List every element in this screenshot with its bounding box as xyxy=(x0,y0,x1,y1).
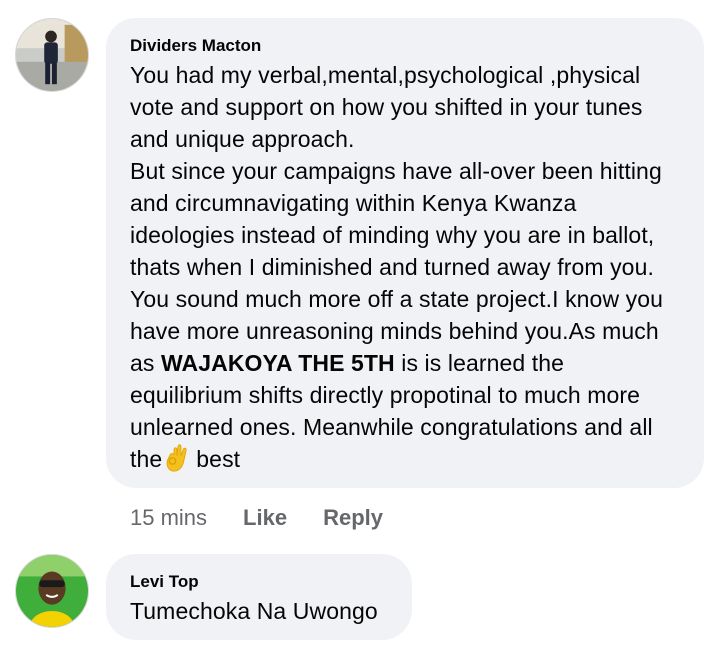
comment-author[interactable]: Levi Top xyxy=(130,572,390,592)
comment-paragraph: But since your campaigns have all-over b… xyxy=(130,158,664,472)
avatar[interactable] xyxy=(15,18,89,92)
comment-paragraph: You had my verbal,mental,psychological ,… xyxy=(130,62,643,152)
ok-hand-icon xyxy=(164,444,190,472)
comment-text: Tumechoka Na Uwongo xyxy=(130,598,378,624)
comment-author[interactable]: Dividers Macton xyxy=(130,36,682,56)
avatar[interactable] xyxy=(15,554,89,628)
comment-bubble: Levi Top Tumechoka Na Uwongo xyxy=(106,554,412,640)
reply-button[interactable]: Reply xyxy=(323,503,383,533)
bold-text: WAJAKOYA THE 5TH xyxy=(160,350,395,376)
comment-bubble: Dividers Macton You had my verbal,mental… xyxy=(106,18,704,488)
person-photo-icon xyxy=(16,19,88,91)
like-button[interactable]: Like xyxy=(243,503,287,533)
comment-text: You had my verbal,mental,psychological ,… xyxy=(130,59,682,475)
person-photo-icon xyxy=(16,555,88,627)
comment-timestamp[interactable]: 15 mins xyxy=(130,503,207,533)
comment-actions: 15 mins Like Reply xyxy=(130,503,383,533)
